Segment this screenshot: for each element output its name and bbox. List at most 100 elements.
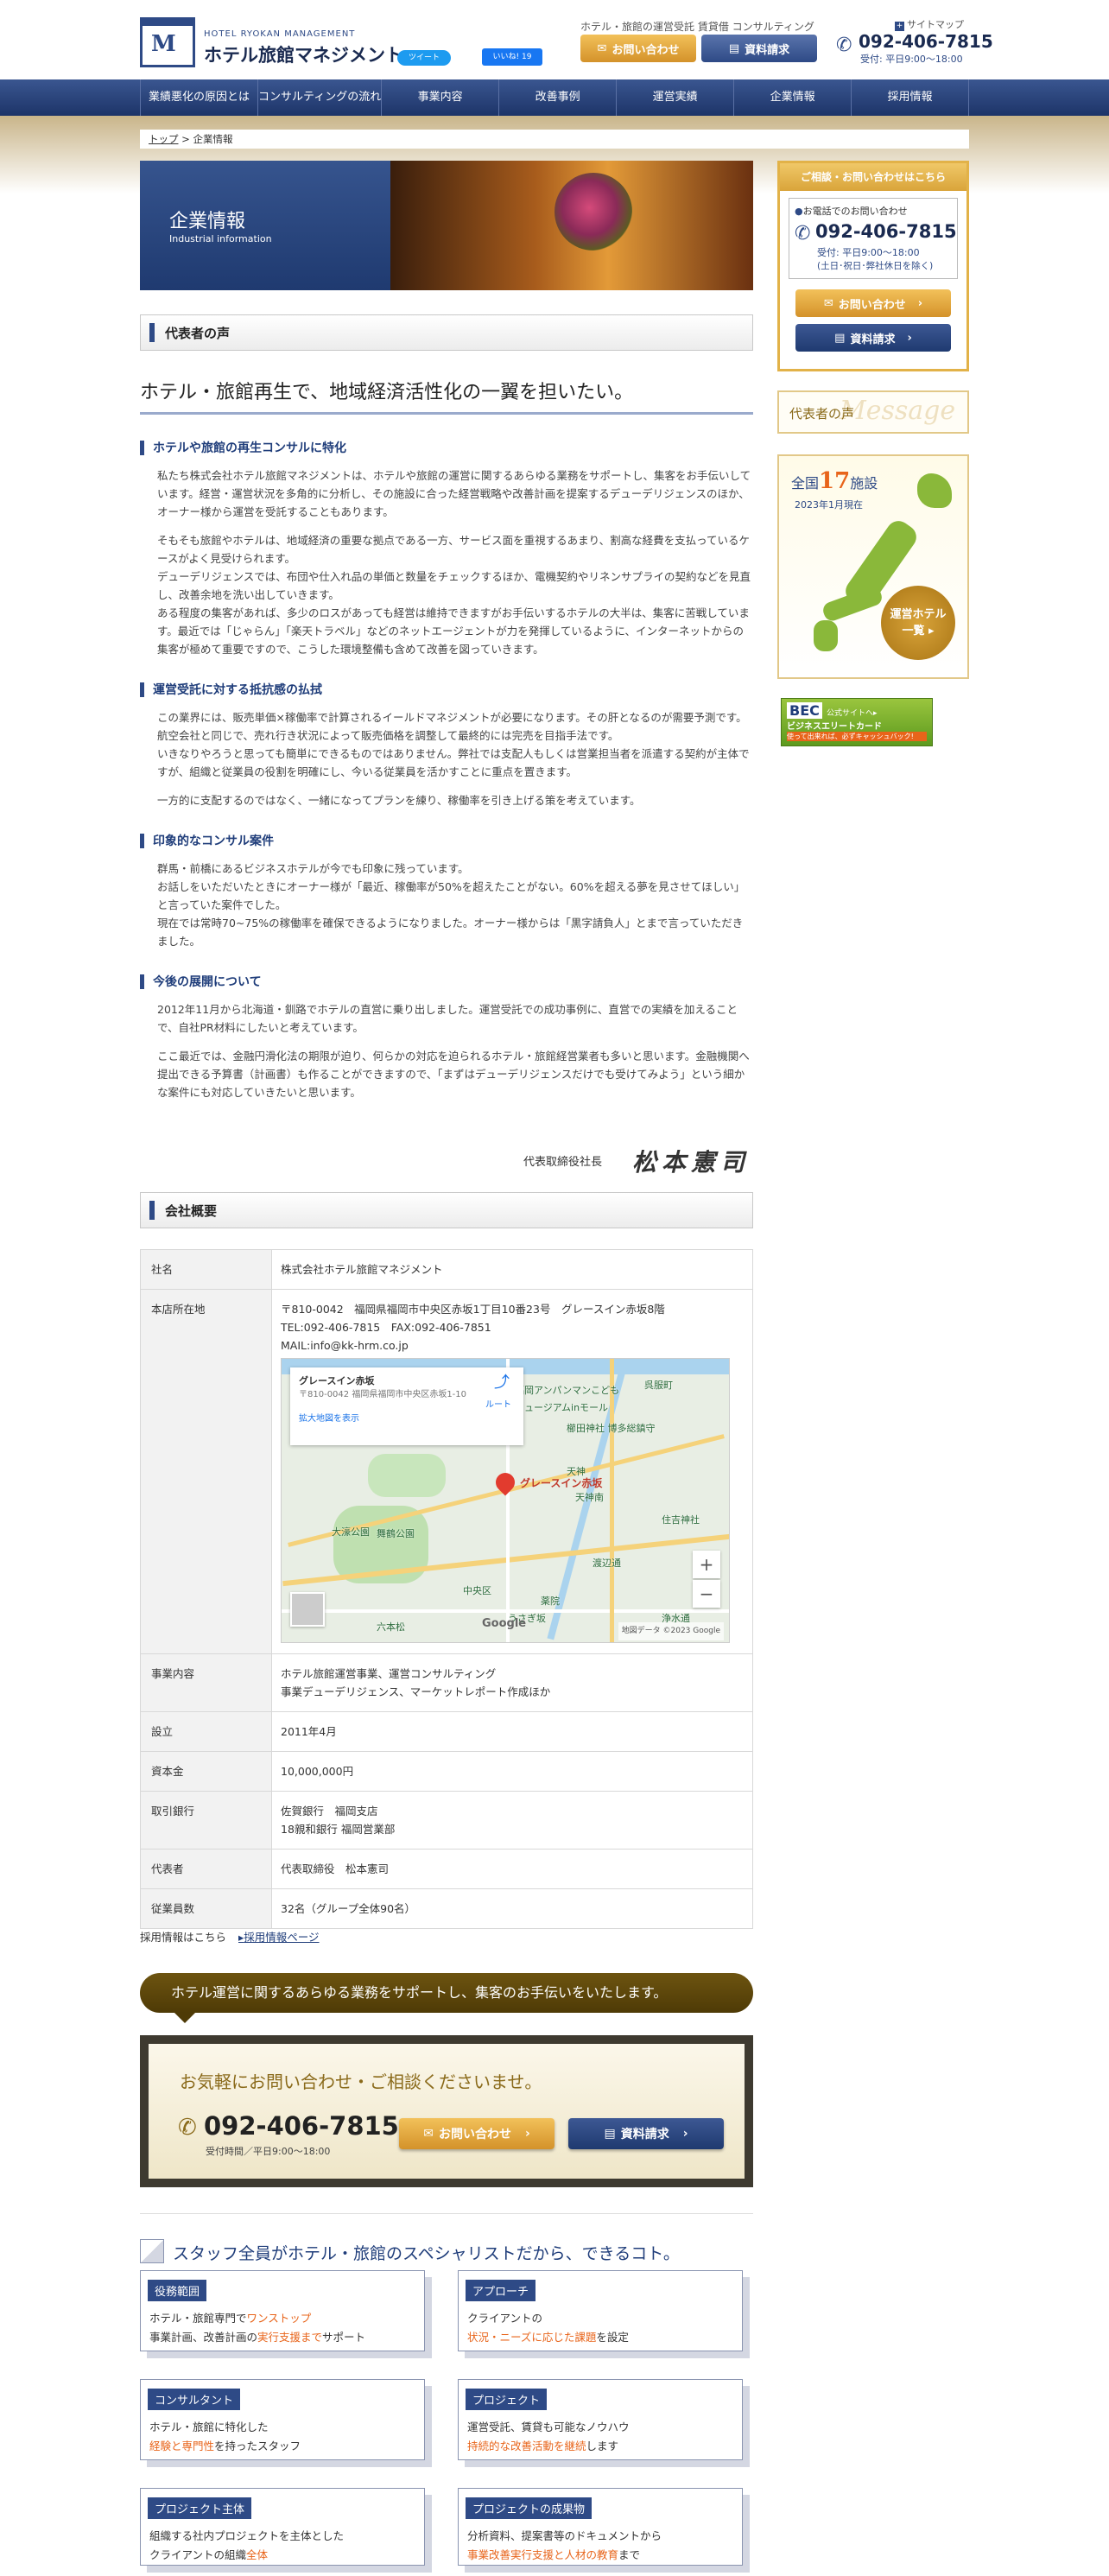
nav-item[interactable]: 運営実績 [617, 79, 735, 116]
signature-name: 松本憲司 [632, 1148, 751, 1177]
sidebar-contact-label: お問い合わせ [838, 298, 906, 312]
flower-decoration [554, 173, 632, 251]
spec-card-title: 役務範囲 [148, 2280, 207, 2301]
paragraph: デューデリジェンスでは、布団や仕入れ品の単価と数量をチェックするほか、電機契約や… [157, 570, 751, 601]
sidebar-voice-link[interactable]: Message 代表者の声 [777, 390, 969, 434]
address-text: 〒810-0042 福岡県福岡市中央区赤坂1丁目10番23号 グレースイン赤坂8… [281, 1303, 665, 1316]
map-pin-label: グレースイン赤坂 [520, 1477, 603, 1489]
logo[interactable]: M HOTEL RYOKAN MANAGEMENT ホテル旅館マネジメント [140, 17, 403, 69]
cta-docs-label: 資料請求 [620, 2128, 669, 2141]
nav-item[interactable]: コンサルティングの流れ [258, 79, 383, 116]
breadcrumb-top-link[interactable]: トップ [149, 133, 179, 145]
nav-item[interactable]: 事業内容 [382, 79, 500, 116]
voice-block: ホテルや旅館の再生コンサルに特化 私たち株式会社ホテル旅館マネジメントは、ホテルや… [140, 439, 753, 658]
map-label: 六本松 [377, 1621, 405, 1633]
table-value: 佐賀銀行 福岡支店 18親和銀行 福岡営業部 [271, 1791, 753, 1850]
nav-item[interactable]: 業績悪化の原因とは [140, 79, 258, 116]
chevron-right-icon: › [682, 2127, 688, 2141]
google-logo: Google [482, 1617, 527, 1630]
map-zoom-in[interactable]: + [693, 1551, 720, 1578]
spec-card-body: 組織する社内プロジェクトを主体とした クライアントの組織全体 [149, 2527, 344, 2565]
voice-block-heading: 印象的なコンサル案件 [140, 832, 753, 849]
table-row: 設立 2011年4月 [140, 1711, 753, 1752]
hotels-list-button[interactable]: 運営ホテル 一覧 ▸ [881, 586, 955, 660]
table-key: 社名 [140, 1249, 272, 1290]
tweet-button[interactable]: ツイート [397, 50, 451, 66]
bec-banner[interactable]: BEC 公式サイトへ▸ ビジネスエリートカード 使って出来れば、必ずキャッシュバ… [781, 698, 933, 746]
table-value: 代表取締役 松本憲司 [271, 1849, 753, 1889]
signature: 代表取締役社長 松本憲司 [518, 1145, 753, 1177]
mail-text: MAIL:info@kk-hrm.co.jp [281, 1339, 409, 1352]
chevron-right-icon: › [917, 296, 923, 310]
table-row: 本店所在地 〒810-0042 福岡県福岡市中央区赤坂1丁目10番23号 グレー… [140, 1289, 753, 1654]
like-button[interactable]: いいね! 19 [482, 48, 542, 66]
highlight-text: ワンストップ [246, 2312, 312, 2325]
chevron-right-icon: › [907, 331, 912, 345]
table-value-line: 事業デューデリジェンス、マーケットレポート作成ほか [281, 1685, 551, 1698]
map-layer-toggle[interactable] [290, 1592, 325, 1627]
spec-card: プロジェクト主体組織する社内プロジェクトを主体とした クライアントの組織全体 [140, 2488, 425, 2566]
breadcrumb: トップ > 企業情報 [140, 130, 969, 149]
highlight-text: 状況・ニーズに応じた課題 [467, 2331, 597, 2344]
map-place-title: グレースイン赤坂 [299, 1375, 375, 1386]
spec-card-body: ホテル・旅館に特化した 経験と専門性を持ったスタッフ [149, 2418, 301, 2456]
header-docs-button[interactable]: ▤ 資料請求 [701, 35, 817, 62]
google-map[interactable]: 大濠公園 舞鶴公園 中央区 天神 天神南 住吉神社 福岡アンパンマンこども ミュージアムinモ… [281, 1358, 730, 1643]
cta-phone: 092-406-7815 [204, 2111, 399, 2141]
sidebar-docs-button[interactable]: ▤ 資料請求 › [795, 324, 951, 352]
hero-title: 企業情報 [169, 211, 246, 232]
sitemap-link[interactable]: + サイトマップ [895, 17, 964, 31]
map-directions-icon[interactable]: ⤴ [494, 1375, 510, 1391]
nav-item[interactable]: 改善事例 [499, 79, 618, 116]
map-larger-link[interactable]: 拡大地図を表示 [299, 1412, 515, 1426]
voice-body: ホテルや旅館の再生コンサルに特化 私たち株式会社ホテル旅館マネジメントは、ホテルや… [140, 439, 753, 1124]
voice-block: 印象的なコンサル案件 群馬・前橋にあるビジネスホテルが今でも印象に残っています。お… [140, 832, 753, 950]
cta-hours: 受付時間／平日9:00〜18:00 [206, 2146, 331, 2157]
square-icon [140, 2239, 164, 2263]
table-key: 代表者 [140, 1849, 272, 1889]
card-text: まで [618, 2548, 641, 2561]
nav-item[interactable]: 企業情報 [734, 79, 852, 116]
paragraph: ここ最近では、金融円滑化法の期限が迫り、何らかの対応を迫られるホテル・旅館経営業… [157, 1050, 750, 1099]
highlight-text: 実行支援まで [257, 2331, 323, 2344]
table-value-line: 佐賀銀行 福岡支店 [281, 1805, 378, 1818]
table-key: 資本金 [140, 1751, 272, 1792]
card-text: します [586, 2440, 619, 2452]
paragraph: ある程度の集客があれば、多少のロスがあっても経営は維持できますがお手伝いするホテ… [157, 606, 750, 656]
header-contact-button[interactable]: ✉ お問い合わせ [580, 35, 696, 62]
spec-card: アプローチ クライアントの 状況・ニーズに応じた課題を設定 [458, 2270, 743, 2351]
cta-contact-button[interactable]: ✉ お問い合わせ › [399, 2118, 554, 2149]
spec-card-title: プロジェクトの成果物 [466, 2497, 593, 2519]
spec-card: プロジェクトの成果物分析資料、提案書等のドキュメントから 事業改善実行支援と人材の… [458, 2488, 743, 2566]
bec-link-label: 公式サイトへ▸ [826, 709, 878, 718]
card-text: 分析資料、提案書等のドキュメントから [467, 2529, 662, 2542]
table-value-line: ホテル旅館運営事業、運営コンサルティング [281, 1667, 497, 1680]
nav-item[interactable]: 採用情報 [852, 79, 970, 116]
mail-icon: ✉ [597, 41, 607, 55]
map-label: 大濠公園 [332, 1526, 370, 1538]
card-text: 運営受託、賃貸も可能なノウハウ [467, 2421, 630, 2433]
recruit-label: 採用情報はこちら [140, 1931, 227, 1944]
spec-card-title: プロジェクト [466, 2389, 548, 2410]
map-place-address: 〒810-0042 福岡県福岡市中央区赤坂1-10 [299, 1390, 467, 1399]
spec-card-title: プロジェクト主体 [148, 2497, 252, 2519]
map-zoom-out[interactable]: − [693, 1580, 720, 1608]
cta-box: お気軽にお問い合わせ・ご相談くださいませ。 ✆ 092-406-7815 受付時… [140, 2035, 753, 2187]
cta-contact-label: お問い合わせ [438, 2128, 511, 2141]
paragraph: 一方的に支配するのではなく、一緒になってプランを練り、稼働率を引き上げる策を考え… [157, 794, 641, 807]
cta-docs-button[interactable]: ▤ 資料請求 › [568, 2118, 724, 2149]
lead-heading: ホテル・旅館再生で、地域経済活性化の一翼を担いたい。 [140, 377, 753, 415]
support-banner-text: ホテル運営に関するあらゆる業務をサポートし、集客のお手伝いをいたします。 [171, 1984, 668, 2001]
recruit-link[interactable]: ▸採用情報ページ [238, 1931, 320, 1944]
signature-role: 代表取締役社長 [523, 1156, 603, 1169]
sidebar-phone-icon: ✆ [795, 223, 811, 244]
card-text: を持ったスタッフ [214, 2440, 301, 2452]
sidebar-contact-button[interactable]: ✉ お問い合わせ › [795, 289, 951, 317]
breadcrumb-separator: > [178, 133, 193, 145]
sidebar-hotels-box[interactable]: 全国17施設 2023年1月現在 運営ホテル 一覧 ▸ [777, 454, 969, 679]
header: M HOTEL RYOKAN MANAGEMENT ホテル旅館マネジメント ツイ… [0, 0, 1109, 79]
document-icon: ▤ [728, 41, 740, 55]
header-hours: 受付: 平日9:00〜18:00 [860, 54, 963, 65]
table-key: 従業員数 [140, 1888, 272, 1929]
spec-card-body: 分析資料、提案書等のドキュメントから 事業改善実行支援と人材の教育まで [467, 2527, 662, 2565]
